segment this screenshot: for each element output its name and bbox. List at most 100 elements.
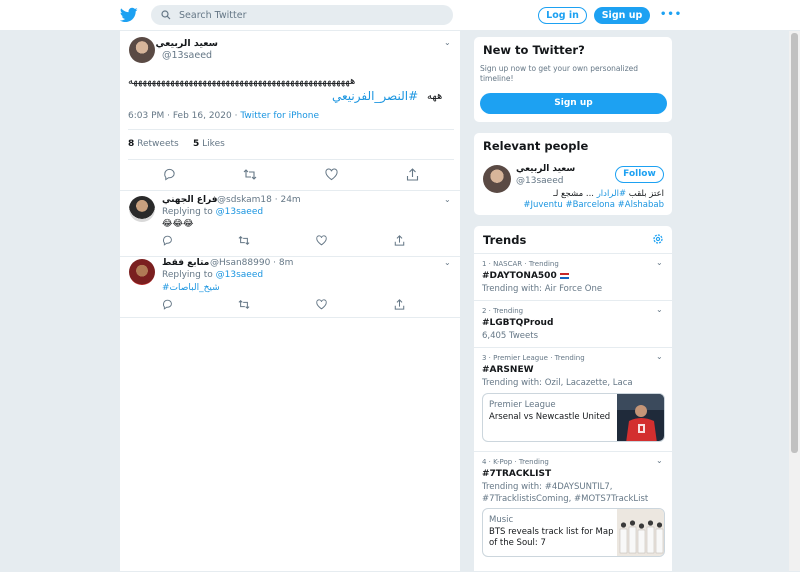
news-thumbnail: [617, 394, 664, 441]
like-icon[interactable]: [325, 168, 338, 181]
news-headline[interactable]: BTS reveals track list for Map of the So…: [489, 527, 614, 549]
trends-card: Trends 1 · NASCAR · Trending #DAYTONA500…: [473, 225, 673, 571]
chevron-down-icon[interactable]: ⌄: [656, 456, 663, 465]
trend-item[interactable]: 1 · NASCAR · Trending #DAYTONA500 Trendi…: [474, 253, 672, 300]
share-icon[interactable]: [394, 299, 405, 310]
gear-icon[interactable]: [652, 233, 664, 245]
trend-item[interactable]: 4 · K-Pop · Trending #7TRACKLIST Trendin…: [474, 451, 672, 572]
chevron-down-icon[interactable]: ⌄: [444, 195, 451, 204]
divider: [128, 159, 454, 160]
avatar[interactable]: [129, 259, 155, 285]
like-icon[interactable]: [316, 235, 327, 246]
trend-subtitle: Trending with: Air Force One: [482, 284, 603, 294]
relevant-people-card: Relevant people سعيد الربيعي @13saeed Fo…: [473, 132, 673, 216]
search-box[interactable]: [151, 5, 453, 25]
trend-item[interactable]: 3 · Premier League · Trending #ARSNEW Tr…: [474, 347, 672, 451]
more-menu-icon[interactable]: •••: [660, 9, 682, 20]
author-handle[interactable]: @13saeed: [162, 50, 212, 61]
reply-author-handle[interactable]: @Hsan88990: [210, 258, 270, 268]
chevron-down-icon[interactable]: ⌄: [444, 258, 451, 267]
avatar[interactable]: [129, 37, 155, 63]
main-column: سعيد الربيعي @13saeed ⌄ هههههههههههههههه…: [119, 31, 461, 571]
replying-to: Replying to @13saeed: [162, 207, 264, 217]
replying-to-link[interactable]: @13saeed: [216, 207, 263, 217]
trend-item[interactable]: 2 · Trending #LGBTQProud 6,405 Tweets ⌄: [474, 300, 672, 347]
avatar[interactable]: [129, 196, 155, 222]
tweet-meta: 6:03 PM · Feb 16, 2020 · Twitter for iPh…: [128, 111, 319, 121]
card-title: Trends: [483, 233, 527, 247]
flag-icon: [559, 272, 569, 279]
news-headline[interactable]: Arsenal vs Newcastle United: [489, 412, 614, 423]
person-bio: اعتز بلقب #الرادار ... مشجع لـ: [553, 189, 664, 199]
trend-name[interactable]: #DAYTONA500: [482, 271, 569, 281]
tweet-hashtag[interactable]: #النصر_الفرنيعي: [332, 89, 418, 103]
search-icon: [161, 10, 171, 20]
tweet-stats: 8 Retweets 5 Likes: [128, 139, 225, 149]
author-name[interactable]: سعيد الربيعي: [155, 38, 218, 49]
news-category: Premier League: [489, 400, 556, 410]
trend-name[interactable]: #7TRACKLIST: [482, 469, 551, 479]
new-to-twitter-card: New to Twitter? Sign up now to get your …: [473, 36, 673, 123]
news-card[interactable]: Premier League Arsenal vs Newcastle Unit…: [482, 393, 665, 442]
retweet-icon[interactable]: [238, 235, 250, 246]
bio-hashtags[interactable]: #Juventu #Barcelona #Alshabab: [523, 200, 664, 210]
follow-button[interactable]: Follow: [615, 166, 664, 183]
twitter-logo-icon[interactable]: [120, 6, 138, 24]
signup-button[interactable]: Sign up: [594, 7, 650, 24]
reply-author-name[interactable]: فراع الجهني: [162, 195, 218, 205]
reply-time[interactable]: 24m: [280, 195, 300, 205]
retweets-stat[interactable]: 8 Retweets: [128, 139, 179, 149]
news-category: Music: [489, 515, 514, 525]
reply-hashtag[interactable]: #شيخ_الباصات: [162, 283, 220, 293]
reply-tweet: فراع الجهني @sdskam18 · 24m ⌄ Replying t…: [120, 191, 460, 257]
top-bar: Log in Sign up •••: [0, 0, 800, 31]
replying-to: Replying to @13saeed: [162, 270, 264, 280]
reply-icon[interactable]: [163, 168, 176, 181]
trend-context: 3 · Premier League · Trending: [482, 354, 585, 362]
share-icon[interactable]: [406, 168, 419, 181]
news-card[interactable]: Music BTS reveals track list for Map of …: [482, 508, 665, 557]
chevron-down-icon[interactable]: ⌄: [444, 38, 451, 47]
trend-subtitle: Trending with: Ozil, Lacazette, Laca: [482, 378, 633, 388]
retweet-icon[interactable]: [238, 299, 250, 310]
login-button[interactable]: Log in: [538, 7, 587, 24]
search-input[interactable]: [179, 7, 439, 23]
tweet-source[interactable]: Twitter for iPhone: [240, 111, 319, 121]
trend-context: 2 · Trending: [482, 307, 524, 315]
reply-icon[interactable]: [162, 235, 173, 246]
avatar[interactable]: [483, 165, 511, 193]
retweet-icon[interactable]: [243, 168, 257, 181]
reply-time[interactable]: 8m: [279, 258, 294, 268]
trend-context: 4 · K-Pop · Trending: [482, 458, 549, 466]
chevron-down-icon[interactable]: ⌄: [656, 352, 663, 361]
tweet-text: هههههههههههههههههههههههههههههههههههههههه…: [128, 76, 356, 87]
chevron-down-icon[interactable]: ⌄: [656, 258, 663, 267]
scrollbar-thumb[interactable]: [791, 33, 798, 453]
share-icon[interactable]: [394, 235, 405, 246]
card-text: Sign up now to get your own personalized…: [480, 64, 639, 83]
card-title: New to Twitter?: [483, 43, 585, 57]
reply-text: 😂😂😂: [162, 219, 194, 229]
tweet-time[interactable]: 6:03 PM · Feb 16, 2020: [128, 111, 232, 121]
chevron-down-icon[interactable]: ⌄: [656, 305, 663, 314]
tweet-text-suffix: ههه: [427, 91, 443, 102]
divider: [128, 129, 454, 130]
person-handle[interactable]: @13saeed: [516, 176, 563, 186]
trend-name[interactable]: #LGBTQProud: [482, 318, 553, 328]
likes-stat[interactable]: 5 Likes: [193, 139, 225, 149]
scrollbar[interactable]: [789, 31, 800, 571]
bio-hashtag[interactable]: #الرادار: [597, 189, 626, 199]
trend-name[interactable]: #ARSNEW: [482, 365, 534, 375]
reply-meta: @Hsan88990 · 8m: [210, 258, 294, 268]
trend-subtitle: Trending with: #4DAYSUNTIL7, #7Tracklist…: [482, 482, 649, 504]
reply-meta: @sdskam18 · 24m: [217, 195, 301, 205]
person-name[interactable]: سعيد الربيعي: [516, 164, 575, 174]
sidebar-signup-button[interactable]: Sign up: [480, 93, 667, 114]
replying-to-link[interactable]: @13saeed: [216, 270, 263, 280]
reply-author-name[interactable]: متابع فقط: [162, 258, 209, 268]
reply-author-handle[interactable]: @sdskam18: [217, 195, 272, 205]
news-thumbnail: [617, 509, 664, 556]
reply-icon[interactable]: [162, 299, 173, 310]
like-icon[interactable]: [316, 299, 327, 310]
reply-tweet: متابع فقط @Hsan88990 · 8m ⌄ Replying to …: [120, 254, 460, 318]
